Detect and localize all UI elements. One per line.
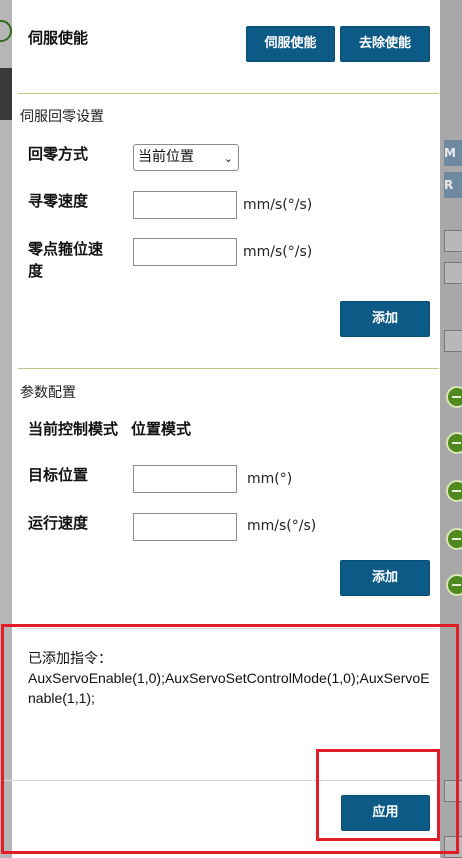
- background-status-icon: [446, 386, 462, 408]
- highlight-box-apply: [316, 749, 440, 841]
- background-status-icon: [446, 480, 462, 502]
- homing-mode-select[interactable]: 当前位置 ⌄: [133, 144, 239, 171]
- search-speed-label: 寻零速度: [28, 192, 89, 210]
- background-status-icon: [446, 432, 462, 454]
- background-right-tab: R: [444, 172, 462, 198]
- background-right-cell: [444, 262, 462, 284]
- latch-speed-input[interactable]: [133, 238, 237, 266]
- run-speed-label: 运行速度: [28, 514, 89, 532]
- target-position-label: 目标位置: [28, 466, 89, 484]
- homing-mode-value: 当前位置: [138, 149, 194, 165]
- chevron-down-icon: ⌄: [223, 152, 233, 165]
- control-mode-label: 当前控制模式: [28, 420, 119, 438]
- homing-mode-label: 回零方式: [28, 145, 89, 163]
- background-right-tab: M: [444, 140, 462, 166]
- divider: [18, 93, 439, 94]
- homing-add-button[interactable]: 添加: [340, 301, 430, 337]
- background-right-cell: [444, 230, 462, 252]
- background-status-icon: [446, 528, 462, 550]
- target-position-input[interactable]: [133, 465, 237, 493]
- latch-speed-label-line2: 度: [28, 262, 44, 280]
- params-add-button[interactable]: 添加: [340, 560, 430, 596]
- background-status-icon: [446, 574, 462, 596]
- servo-disable-button[interactable]: 去除使能: [340, 26, 430, 62]
- servo-enable-title: 伺服使能: [28, 29, 89, 47]
- latch-speed-unit: mm/s(°/s): [243, 244, 313, 260]
- divider: [18, 368, 439, 369]
- control-mode-value: 位置模式: [131, 420, 192, 438]
- params-section-title: 参数配置: [20, 385, 76, 401]
- search-speed-unit: mm/s(°/s): [243, 197, 313, 213]
- homing-section-title: 伺服回零设置: [20, 109, 104, 125]
- run-speed-unit: mm/s(°/s): [247, 518, 317, 534]
- target-position-unit: mm(°): [247, 471, 293, 487]
- run-speed-input[interactable]: [133, 513, 237, 541]
- search-speed-input[interactable]: [133, 191, 237, 219]
- latch-speed-label-line1: 零点箍位速: [28, 240, 104, 258]
- background-left-block: [0, 68, 12, 120]
- background-right-cell: [444, 330, 462, 352]
- servo-enable-button[interactable]: 伺服使能: [246, 26, 335, 62]
